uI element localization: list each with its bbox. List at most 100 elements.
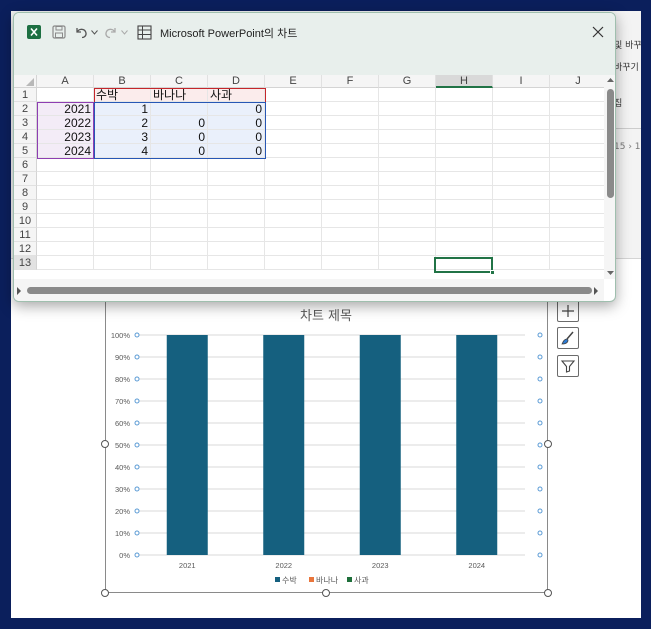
cell-g2[interactable] — [379, 102, 436, 116]
cell-a10[interactable] — [37, 214, 94, 228]
cell-i11[interactable] — [493, 228, 550, 242]
row-header-3[interactable]: 3 — [14, 116, 37, 130]
undo-icon[interactable] — [74, 23, 88, 41]
cell-h6[interactable] — [436, 158, 493, 172]
cell-i6[interactable] — [493, 158, 550, 172]
cell-h11[interactable] — [436, 228, 493, 242]
cell-f2[interactable] — [322, 102, 379, 116]
cell-a1[interactable] — [37, 88, 94, 102]
row-header-8[interactable]: 8 — [14, 186, 37, 200]
cell-e3[interactable] — [265, 116, 322, 130]
chart-filters-button[interactable] — [557, 355, 579, 377]
cell-a11[interactable] — [37, 228, 94, 242]
cell-e1[interactable] — [265, 88, 322, 102]
row-header-9[interactable]: 9 — [14, 200, 37, 214]
cell-c12[interactable] — [151, 242, 208, 256]
bar-2022-수박[interactable] — [263, 335, 305, 555]
cell-f3[interactable] — [322, 116, 379, 130]
ribbon-text-find-replace[interactable]: 및 바꾸 — [614, 38, 642, 51]
ribbon-text-replace[interactable]: 바꾸기 — [614, 60, 639, 73]
cell-b13[interactable] — [94, 256, 151, 270]
row-header-7[interactable]: 7 — [14, 172, 37, 186]
cell-b8[interactable] — [94, 186, 151, 200]
cell-f8[interactable] — [322, 186, 379, 200]
cell-h1[interactable] — [436, 88, 493, 102]
cell-i1[interactable] — [493, 88, 550, 102]
cell-h3[interactable] — [436, 116, 493, 130]
cell-d11[interactable] — [208, 228, 265, 242]
cell-f13[interactable] — [322, 256, 379, 270]
cell-d13[interactable] — [208, 256, 265, 270]
chart-resize-handle-right[interactable] — [544, 440, 552, 448]
cell-h9[interactable] — [436, 200, 493, 214]
cell-a12[interactable] — [37, 242, 94, 256]
chart-resize-handle-left[interactable] — [101, 440, 109, 448]
axis-selection-handle[interactable] — [134, 464, 140, 470]
cell-g4[interactable] — [379, 130, 436, 144]
chart-title[interactable]: 차트 제목 — [300, 309, 352, 324]
cell-j5[interactable] — [550, 144, 604, 158]
cell-j8[interactable] — [550, 186, 604, 200]
cell-i10[interactable] — [493, 214, 550, 228]
cell-g6[interactable] — [379, 158, 436, 172]
cell-g11[interactable] — [379, 228, 436, 242]
cell-f4[interactable] — [322, 130, 379, 144]
axis-selection-handle[interactable] — [134, 420, 140, 426]
axis-selection-handle[interactable] — [537, 508, 543, 514]
column-header-d[interactable]: D — [208, 75, 265, 88]
row-header-11[interactable]: 11 — [14, 228, 37, 242]
cell-h7[interactable] — [436, 172, 493, 186]
cell-g3[interactable] — [379, 116, 436, 130]
column-header-h[interactable]: H — [436, 75, 493, 88]
spreadsheet-grid[interactable]: ABCDEFGHIJ 1 2 3 4 5 6 7 8 9 10 11 12 13 수박 바나나 사과 2021… — [14, 75, 604, 277]
column-header-a[interactable]: A — [37, 75, 94, 88]
cell-d6[interactable] — [208, 158, 265, 172]
cell-j10[interactable] — [550, 214, 604, 228]
cell-c8[interactable] — [151, 186, 208, 200]
cell-g1[interactable] — [379, 88, 436, 102]
cell-i9[interactable] — [493, 200, 550, 214]
cell-d7[interactable] — [208, 172, 265, 186]
chart-resize-handle-bottom[interactable] — [322, 589, 330, 597]
cell-d8[interactable] — [208, 186, 265, 200]
bar-2023-수박[interactable] — [359, 335, 401, 555]
axis-selection-handle[interactable] — [134, 376, 140, 382]
cell-j4[interactable] — [550, 130, 604, 144]
cell-i5[interactable] — [493, 144, 550, 158]
axis-selection-handle[interactable] — [134, 530, 140, 536]
cell-g9[interactable] — [379, 200, 436, 214]
bar-2024-수박[interactable] — [456, 335, 498, 555]
row-header-12[interactable]: 12 — [14, 242, 37, 256]
cell-j7[interactable] — [550, 172, 604, 186]
cell-a9[interactable] — [37, 200, 94, 214]
bar-2021-수박[interactable] — [166, 335, 208, 555]
cell-f6[interactable] — [322, 158, 379, 172]
cell-g8[interactable] — [379, 186, 436, 200]
cell-e8[interactable] — [265, 186, 322, 200]
axis-selection-handle[interactable] — [537, 398, 543, 404]
row-header-5[interactable]: 5 — [14, 144, 37, 158]
cell-e9[interactable] — [265, 200, 322, 214]
cell-b12[interactable] — [94, 242, 151, 256]
cell-c13[interactable] — [151, 256, 208, 270]
column-header-b[interactable]: B — [94, 75, 151, 88]
row-header-13[interactable]: 13 — [14, 256, 37, 270]
cell-e4[interactable] — [265, 130, 322, 144]
cell-d10[interactable] — [208, 214, 265, 228]
close-button[interactable] — [587, 21, 609, 43]
save-icon[interactable] — [50, 23, 68, 41]
cell-e2[interactable] — [265, 102, 322, 116]
cell-f7[interactable] — [322, 172, 379, 186]
edit-data-icon[interactable] — [136, 23, 152, 41]
cell-j12[interactable] — [550, 242, 604, 256]
excel-data-window[interactable]: Microsoft PowerPoint의 차트 ABCDEFGHIJ 1234… — [13, 12, 616, 302]
fill-handle[interactable] — [490, 270, 495, 275]
chart-resize-handle-bottom-left[interactable] — [101, 589, 109, 597]
cell-j1[interactable] — [550, 88, 604, 102]
cell-i8[interactable] — [493, 186, 550, 200]
cell-i7[interactable] — [493, 172, 550, 186]
cell-b10[interactable] — [94, 214, 151, 228]
cell-e13[interactable] — [265, 256, 322, 270]
axis-selection-handle[interactable] — [537, 376, 543, 382]
axis-selection-handle[interactable] — [537, 486, 543, 492]
